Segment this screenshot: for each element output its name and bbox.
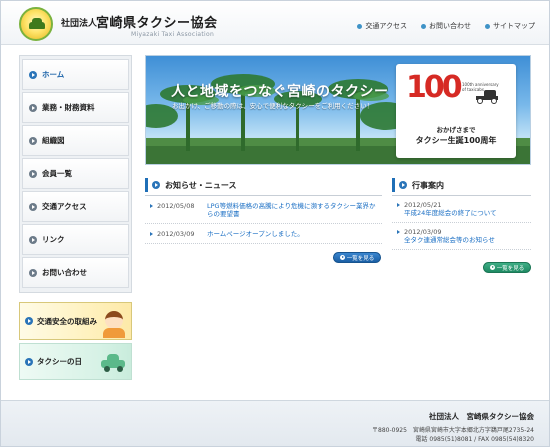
hero-subtitle: お出かけ、ご移動の際は、安心で便利なタクシーをご利用ください！ [172, 102, 374, 110]
arrow-circle-icon [29, 136, 37, 145]
sidebar-item-label: ホーム [42, 70, 65, 79]
arrow-circle-icon [29, 235, 37, 244]
topnav-label: 交通アクセス [365, 22, 407, 30]
taxi-day-banner[interactable]: タクシーの日 [19, 343, 132, 380]
more-button-label: 一覧を見る [346, 255, 375, 262]
topnav-access[interactable]: 交通アクセス [357, 21, 407, 31]
arrow-circle-icon [25, 317, 33, 325]
arrow-circle-icon [29, 169, 37, 178]
arrow-circle-icon [25, 357, 33, 366]
sidebar-item-access[interactable]: 交通アクセス [22, 191, 129, 222]
news-date: 2012/05/08 [149, 202, 207, 218]
sidebar-item-home[interactable]: ホーム [22, 59, 129, 90]
arrow-circle-icon [29, 268, 37, 277]
events-heading-label: 行事案内 [412, 180, 444, 190]
sidebar-item-org-chart[interactable]: 組織図 [22, 125, 129, 156]
traffic-safety-banner[interactable]: 交通安全の取組み [19, 302, 132, 340]
footer-address: 〒880-0925 宮崎県宮崎市大字本郷北方字鵜戸尾2735-24 [372, 427, 534, 434]
event-item: 2012/03/09 全タク連通常総会等のお知らせ [392, 223, 531, 250]
top-nav: 交通アクセス お問い合わせ サイトマップ [357, 21, 535, 31]
arrow-circle-icon [339, 255, 345, 260]
footer-phone: 電話 0985(51)8081 / FAX 0985(54)8320 [415, 436, 534, 443]
sidebar-item-label: 会員一覧 [42, 169, 72, 178]
arrow-circle-icon [29, 70, 37, 79]
sidebar-item-label: 組織図 [42, 136, 65, 145]
arrow-circle-icon [152, 181, 160, 189]
news-more-button[interactable]: 一覧を見る [333, 252, 381, 263]
news-date: 2012/03/09 [149, 230, 207, 238]
hero-title: 人と地域をつなぐ宮崎のタクシー [171, 84, 389, 100]
more-button-label: 一覧を見る [496, 265, 525, 272]
taxi-logo-icon[interactable] [19, 7, 53, 41]
site-header: 社団法人 宮崎県タクシー協会 Miyazaki Taxi Association… [1, 1, 549, 45]
vintage-car-icon [474, 90, 500, 104]
sidebar-item-business-finance[interactable]: 業務・財務資料 [22, 92, 129, 123]
sidebar-item-links[interactable]: リンク [22, 224, 129, 255]
events-panel: 行事案内 2012/05/21 平成24年度総会の終了について 2012/03/… [392, 178, 531, 250]
bullet-icon [421, 23, 426, 29]
footer-org-name: 社団法人 宮崎県タクシー協会 [429, 412, 534, 421]
arrow-circle-icon [29, 103, 37, 112]
event-date: 2012/03/09 [396, 228, 527, 236]
banner-label: タクシーの日 [37, 357, 82, 366]
event-date: 2012/05/21 [396, 201, 527, 209]
topnav-sitemap[interactable]: サイトマップ [485, 21, 535, 31]
emblem-line2: タクシー生誕100周年 [415, 136, 497, 145]
org-name-english: Miyazaki Taxi Association [131, 31, 215, 38]
event-link[interactable]: 全タク連通常総会等のお知らせ [396, 236, 527, 244]
events-more-button[interactable]: 一覧を見る [483, 262, 531, 273]
events-heading: 行事案内 [392, 178, 531, 192]
event-link[interactable]: 平成24年度総会の終了について [396, 209, 527, 217]
arrow-circle-icon [489, 265, 495, 270]
news-link[interactable]: LPG等燃料価格の高騰により危機に瀕するタクシー業界からの要望書 [207, 202, 378, 218]
taxi-illustration-icon [99, 354, 127, 372]
child-illustration-icon [101, 307, 127, 338]
sidebar-item-label: 業務・財務資料 [42, 103, 95, 112]
news-link[interactable]: ホームページオープンしました。 [207, 230, 304, 238]
emblem-number: 100 [406, 70, 463, 105]
news-heading-label: お知らせ・ニュース [165, 180, 237, 190]
site-footer: 社団法人 宮崎県タクシー協会 〒880-0925 宮崎県宮崎市大字本郷北方字鵜戸… [1, 400, 549, 446]
sidebar-item-label: 交通アクセス [42, 202, 87, 211]
taxi-100th-anniversary-emblem: 100 100th anniversary of taxicabs おかげさまで… [396, 64, 516, 158]
banner-label: 交通安全の取組み [37, 316, 97, 326]
sidebar-item-label: お問い合わせ [42, 268, 87, 277]
sidebar-nav: ホーム 業務・財務資料 組織図 会員一覧 交通アクセス リンク お問い合わせ [19, 55, 132, 293]
news-item: 2012/05/08 LPG等燃料価格の高騰により危機に瀕するタクシー業界からの… [145, 196, 382, 224]
org-name[interactable]: 宮崎県タクシー協会 [96, 12, 218, 31]
event-item: 2012/05/21 平成24年度総会の終了について [392, 196, 531, 223]
hero-banner: 人と地域をつなぐ宮崎のタクシー お出かけ、ご移動の際は、安心で便利なタクシーをご… [145, 55, 531, 165]
news-heading: お知らせ・ニュース [145, 178, 382, 192]
sidebar-item-members[interactable]: 会員一覧 [22, 158, 129, 189]
bullet-icon [485, 23, 490, 29]
sidebar-item-contact[interactable]: お問い合わせ [22, 257, 129, 288]
bullet-icon [357, 23, 363, 29]
arrow-circle-icon [29, 202, 37, 211]
topnav-contact[interactable]: お問い合わせ [421, 21, 471, 31]
sidebar-item-label: リンク [42, 235, 65, 244]
topnav-label: サイトマップ [493, 22, 535, 30]
arrow-circle-icon [399, 181, 407, 189]
emblem-line1: おかげさまで [436, 126, 476, 134]
topnav-label: お問い合わせ [429, 22, 471, 30]
org-prefix: 社団法人 [61, 19, 98, 29]
news-item: 2012/03/09 ホームページオープンしました。 [145, 224, 382, 244]
news-panel: お知らせ・ニュース 2012/05/08 LPG等燃料価格の高騰により危機に瀕す… [145, 178, 382, 244]
